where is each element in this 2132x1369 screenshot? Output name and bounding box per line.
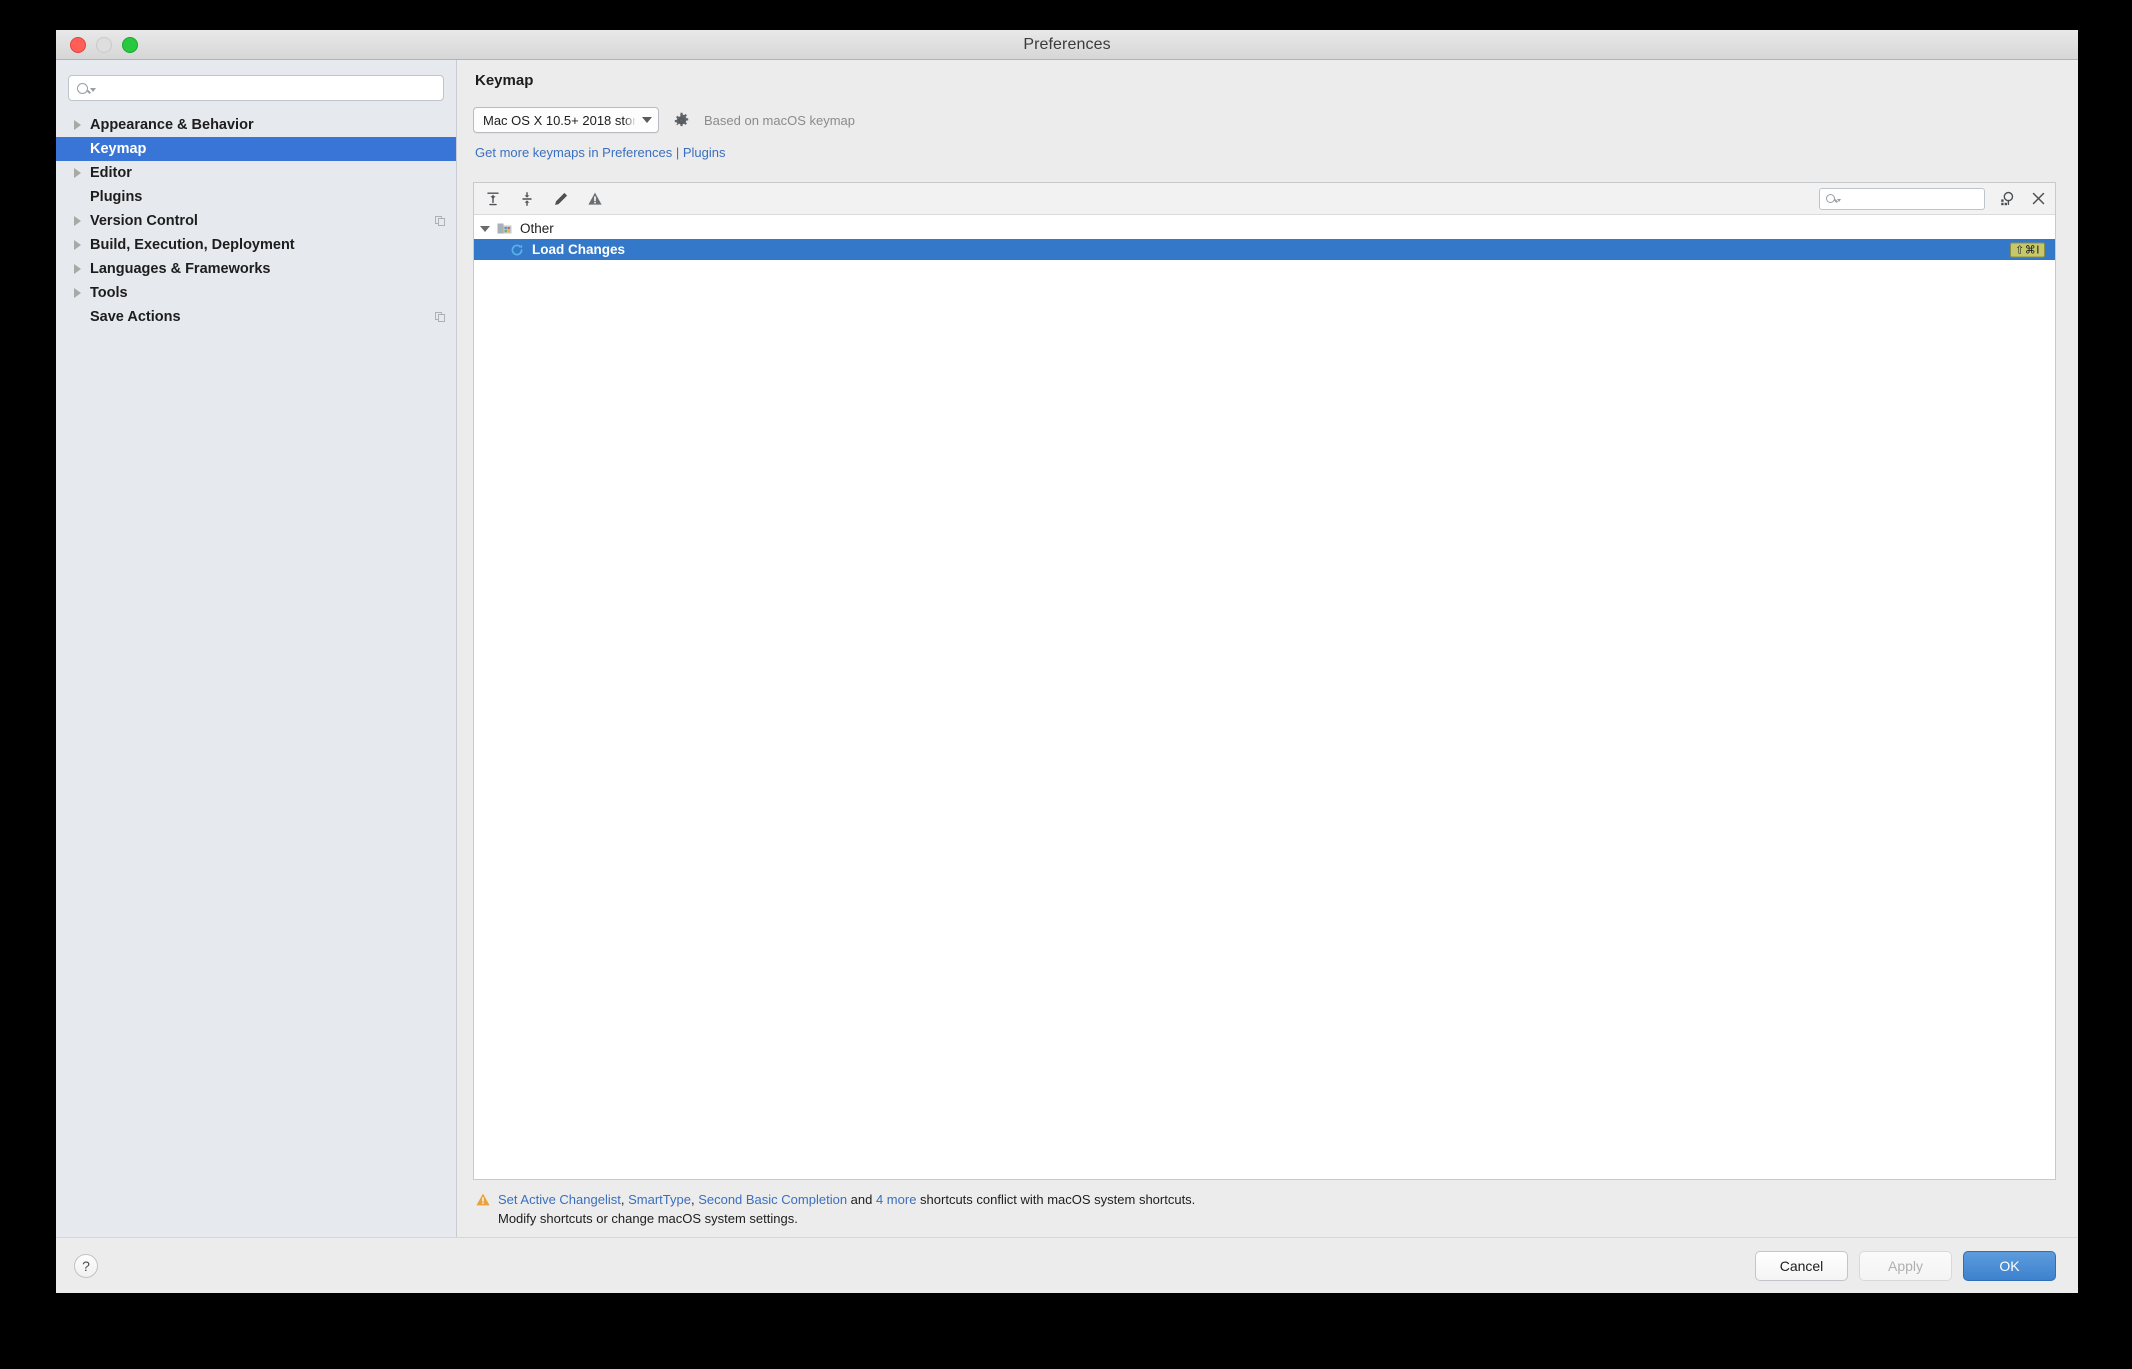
screen: Preferences Appearance & Behavior Keymap E… bbox=[0, 0, 2132, 1369]
keymap-toolbar-right bbox=[1819, 187, 2047, 210]
tree-action-row[interactable]: Load Changes ⇧⌘I bbox=[474, 239, 2055, 260]
keymap-tree[interactable]: Other Load Changes ⇧⌘I bbox=[474, 215, 2055, 1180]
conflict-sep-0: , bbox=[620, 1192, 629, 1208]
sidebar-item-version-control[interactable]: Version Control bbox=[56, 209, 456, 233]
sidebar-item-appearance-behavior[interactable]: Appearance & Behavior bbox=[56, 113, 456, 137]
get-more-keymaps-link[interactable]: Get more keymaps in Preferences | Plugin… bbox=[475, 145, 726, 160]
sidebar-item-label: Editor bbox=[90, 165, 132, 181]
chevron-down-icon[interactable] bbox=[480, 225, 490, 232]
settings-sidebar: Appearance & Behavior Keymap Editor Plugins… bbox=[56, 60, 457, 1237]
chevron-right-icon[interactable] bbox=[70, 168, 84, 178]
close-window-button[interactable] bbox=[70, 37, 86, 53]
collapse-all-icon[interactable] bbox=[518, 190, 536, 208]
tree-action-label: Load Changes bbox=[532, 242, 626, 257]
page-title: Keymap bbox=[475, 72, 534, 89]
search-input[interactable] bbox=[101, 79, 435, 97]
sidebar-item-keymap[interactable]: Keymap bbox=[56, 137, 456, 161]
window-controls bbox=[70, 30, 138, 60]
minimize-window-button[interactable] bbox=[96, 37, 112, 53]
keymap-search-field[interactable] bbox=[1819, 187, 1985, 210]
edit-shortcut-icon[interactable] bbox=[552, 190, 570, 208]
shortcut-badge: ⇧⌘I bbox=[2010, 242, 2045, 257]
settings-nav-list: Appearance & Behavior Keymap Editor Plugins… bbox=[56, 113, 456, 1237]
expand-all-icon[interactable] bbox=[484, 190, 502, 208]
sidebar-item-label: Version Control bbox=[90, 213, 198, 229]
apply-button[interactable]: Apply bbox=[1859, 1250, 1952, 1281]
chevron-down-icon bbox=[642, 117, 652, 123]
help-button[interactable]: ? bbox=[74, 1253, 98, 1278]
conflict-more-link[interactable]: 4 more bbox=[876, 1192, 916, 1207]
chevron-down-icon bbox=[90, 88, 96, 92]
keymap-panel: Keymap Mac OS X 10.5+ 2018 ston Based on… bbox=[457, 60, 2078, 1237]
refresh-icon bbox=[510, 243, 524, 257]
sidebar-item-label: Build, Execution, Deployment bbox=[90, 237, 295, 253]
keymap-combobox-value: Mac OS X 10.5+ 2018 ston bbox=[483, 112, 636, 128]
close-icon[interactable] bbox=[2029, 190, 2047, 208]
sidebar-item-label: Languages & Frameworks bbox=[90, 261, 271, 277]
footer-actions: Cancel Apply OK bbox=[1755, 1250, 2056, 1281]
window-body: Appearance & Behavior Keymap Editor Plugins… bbox=[56, 60, 2078, 1237]
sidebar-item-save-actions[interactable]: Save Actions bbox=[56, 305, 456, 329]
chevron-right-icon[interactable] bbox=[70, 264, 84, 274]
sidebar-item-languages-frameworks[interactable]: Languages & Frameworks bbox=[56, 257, 456, 281]
conflict-link-0[interactable]: Set Active Changelist bbox=[498, 1192, 621, 1207]
sidebar-search-wrap bbox=[68, 75, 444, 101]
dialog-footer: ? Cancel Apply OK bbox=[56, 1237, 2078, 1293]
conflicts-warning-icon[interactable] bbox=[586, 190, 604, 208]
copy-settings-icon bbox=[435, 215, 446, 227]
chevron-right-icon[interactable] bbox=[70, 240, 84, 250]
conflict-notice-text: Set Active Changelist, SmartType, Second… bbox=[498, 1191, 1195, 1229]
sidebar-item-label: Keymap bbox=[90, 141, 147, 157]
conflict-link-2[interactable]: Second Basic Completion bbox=[698, 1192, 847, 1207]
folder-icon bbox=[497, 222, 513, 235]
keymap-selector-row: Mac OS X 10.5+ 2018 ston Based on macOS … bbox=[473, 107, 2056, 133]
keymap-search-input[interactable] bbox=[1845, 190, 1978, 207]
conflict-link-1[interactable]: SmartType bbox=[628, 1192, 691, 1207]
maximize-window-button[interactable] bbox=[122, 37, 138, 53]
gear-icon[interactable] bbox=[673, 112, 690, 129]
conflict-tail: shortcuts conflict with macOS system sho… bbox=[916, 1192, 1196, 1208]
chevron-right-icon[interactable] bbox=[70, 216, 84, 226]
window-title: Preferences bbox=[1023, 35, 1111, 53]
chevron-right-icon[interactable] bbox=[70, 288, 84, 298]
sidebar-item-label: Save Actions bbox=[90, 309, 181, 325]
sidebar-item-label: Plugins bbox=[90, 189, 143, 205]
window-titlebar: Preferences bbox=[56, 30, 2078, 60]
keymap-combobox[interactable]: Mac OS X 10.5+ 2018 ston bbox=[473, 107, 659, 133]
conflict-notice: Set Active Changelist, SmartType, Second… bbox=[473, 1180, 2056, 1237]
preferences-window: Preferences Appearance & Behavior Keymap E… bbox=[56, 30, 2078, 1293]
find-actions-icon[interactable] bbox=[1998, 190, 2016, 208]
copy-settings-icon bbox=[435, 311, 446, 323]
ok-button[interactable]: OK bbox=[1963, 1250, 2056, 1281]
sidebar-item-plugins[interactable]: Plugins bbox=[56, 185, 456, 209]
sidebar-item-build-execution-deployment[interactable]: Build, Execution, Deployment bbox=[56, 233, 456, 257]
sidebar-item-editor[interactable]: Editor bbox=[56, 161, 456, 185]
conflict-notice-line1: Set Active Changelist, SmartType, Second… bbox=[498, 1191, 1195, 1210]
tree-group-label: Other bbox=[520, 221, 554, 236]
conflict-notice-line2: Modify shortcuts or change macOS system … bbox=[498, 1211, 798, 1227]
cancel-button[interactable]: Cancel bbox=[1755, 1250, 1848, 1281]
conflict-and: and bbox=[847, 1192, 876, 1208]
search-icon bbox=[77, 82, 88, 94]
sidebar-item-tools[interactable]: Tools bbox=[56, 281, 456, 305]
sidebar-search-field[interactable] bbox=[68, 75, 444, 101]
sidebar-item-label: Tools bbox=[90, 285, 128, 301]
search-icon bbox=[1826, 194, 1835, 203]
keymap-tree-box: Other Load Changes ⇧⌘I bbox=[473, 182, 2056, 1181]
warning-icon bbox=[476, 1193, 490, 1206]
get-more-keymaps-row: Get more keymaps in Preferences | Plugin… bbox=[475, 144, 2056, 162]
based-on-label: Based on macOS keymap bbox=[704, 112, 856, 128]
tree-group-row[interactable]: Other bbox=[474, 218, 2055, 239]
sidebar-item-label: Appearance & Behavior bbox=[90, 117, 254, 133]
keymap-toolbar-icons bbox=[484, 190, 604, 208]
keymap-tree-toolbar bbox=[474, 183, 2055, 215]
chevron-right-icon[interactable] bbox=[70, 120, 84, 130]
keymap-panel-inner: Keymap Mac OS X 10.5+ 2018 ston Based on… bbox=[457, 60, 2078, 1237]
